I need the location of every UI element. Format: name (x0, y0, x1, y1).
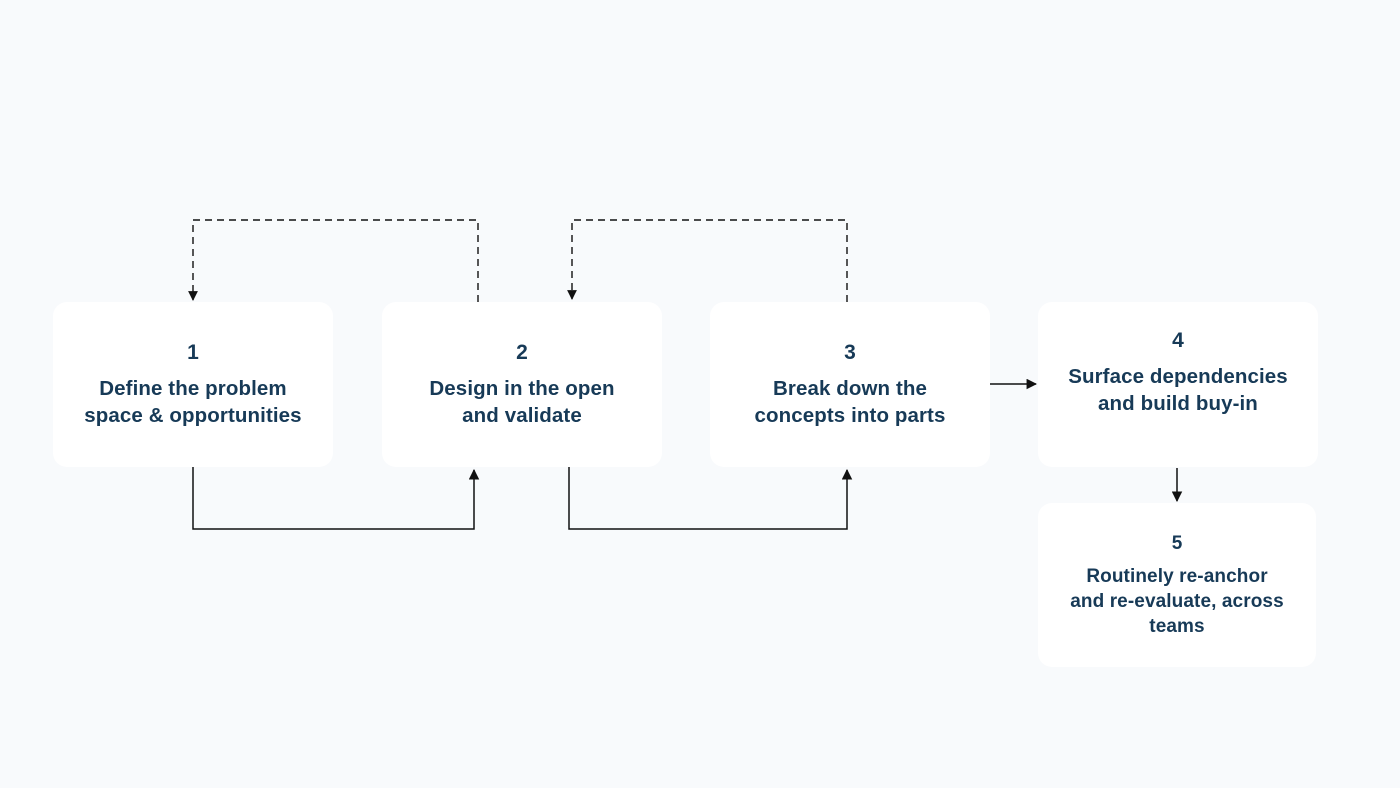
edge-1-to-2 (192, 467, 480, 530)
step-number: 2 (516, 341, 528, 364)
step-box-2: 2 Design in the open and validate (382, 302, 662, 467)
step-label-line: and re-evaluate, across (1070, 591, 1284, 612)
step-label-line: and validate (462, 404, 582, 427)
step-label-line: concepts into parts (754, 404, 946, 427)
step-label-line: Define the problem (99, 377, 287, 400)
edge-2-to-3 (568, 467, 853, 530)
step-number: 3 (844, 341, 856, 364)
step-number: 5 (1171, 533, 1183, 554)
edge-2-to-1-dashed (188, 219, 479, 302)
step-label-line: Design in the open (429, 377, 615, 400)
step-box-4: 4 Surface dependencies and build buy-in (1038, 302, 1318, 467)
step-box-1: 1 Define the problem space & opportuniti… (53, 302, 333, 467)
step-label-line: Routinely re-anchor (1086, 566, 1268, 587)
step-label-line: space & opportunities (84, 404, 302, 427)
edge-3-to-2-dashed (567, 219, 848, 302)
step-label-line: and build buy-in (1098, 392, 1258, 415)
step-label-line: Surface dependencies (1068, 365, 1288, 388)
step-box-5: 5 Routinely re-anchor and re-evaluate, a… (1038, 503, 1316, 667)
step-number: 4 (1172, 329, 1184, 352)
step-label-line: Break down the (772, 377, 928, 400)
step-box-3: 3 Break down the concepts into parts (710, 302, 990, 467)
step-label-line: teams (1149, 616, 1205, 637)
step-number: 1 (187, 341, 199, 364)
